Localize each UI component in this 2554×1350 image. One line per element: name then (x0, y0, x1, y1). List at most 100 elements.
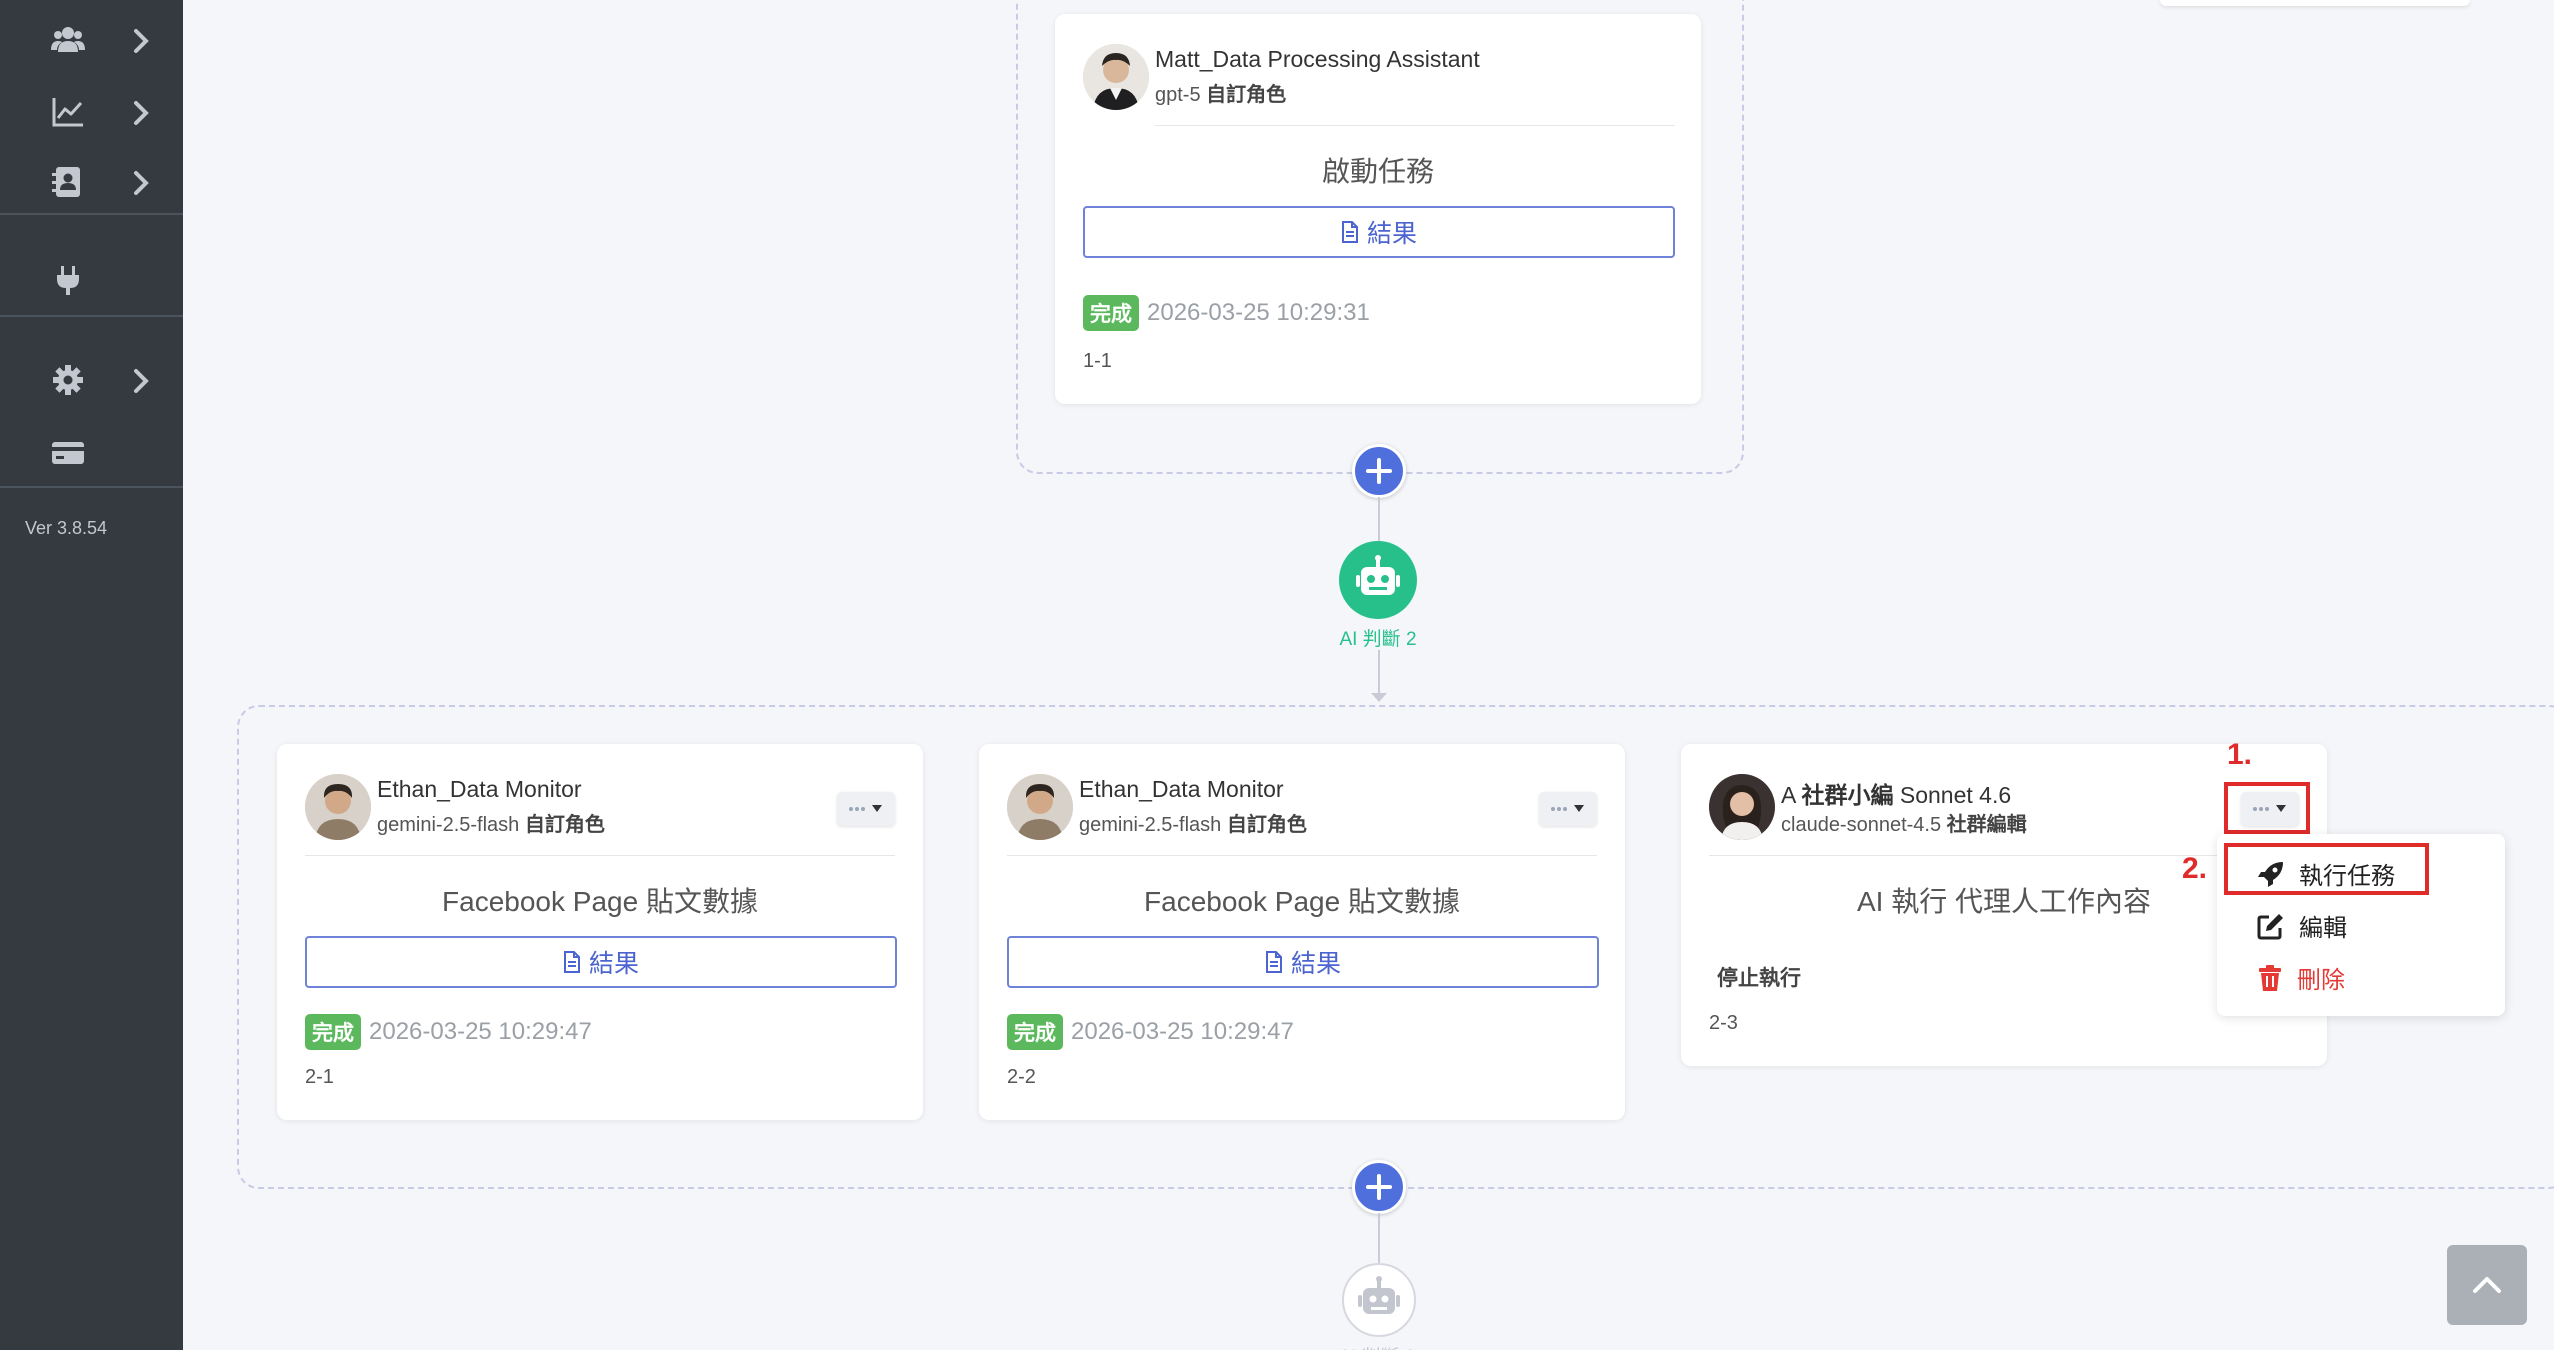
sidebar-divider (0, 213, 183, 215)
edit-icon (2257, 913, 2283, 939)
highlight-box (2224, 782, 2310, 834)
sidebar-divider (0, 486, 183, 488)
agent-avatar (1083, 44, 1149, 110)
agent-name: A 社群小編 Sonnet 4.6 (1781, 776, 2011, 810)
trash-icon (2259, 964, 2281, 991)
line-chart-icon (52, 98, 83, 127)
agent-name: Ethan_Data Monitor (1079, 776, 1284, 802)
model-name: gpt-5 (1155, 84, 1201, 106)
menu-item-edit[interactable]: 編輯 (2257, 908, 2347, 943)
sidebar-item-integrations[interactable] (0, 250, 183, 310)
robot-icon (1358, 1276, 1400, 1314)
card-divider (1007, 855, 1597, 856)
status-badge: 完成 (305, 1014, 361, 1050)
agent-card: Matt_Data Processing Assistant gpt-5 自訂角… (1055, 14, 1701, 404)
robot-icon (1356, 555, 1400, 595)
status-row: 完成 2026-03-25 10:29:47 (305, 1014, 592, 1050)
file-icon (1265, 951, 1282, 973)
card-title: Facebook Page 貼文數據 (442, 886, 758, 917)
plus-icon (1366, 1174, 1392, 1200)
card-title: Facebook Page 貼文數據 (1144, 886, 1460, 917)
agent-name: Ethan_Data Monitor (377, 776, 582, 802)
status-badge: 完成 (1083, 295, 1139, 331)
timestamp: 2026-03-25 10:29:31 (1147, 299, 1370, 326)
step-id: 1-1 (1083, 350, 1112, 372)
agent-card: Ethan_Data Monitor gemini-2.5-flash 自訂角色… (277, 744, 923, 1120)
sidebar-item-users[interactable] (0, 10, 183, 70)
timestamp: 2026-03-25 10:29:47 (369, 1018, 592, 1045)
model-name: gemini-2.5-flash (377, 814, 520, 836)
sidebar-item-settings[interactable] (0, 350, 183, 410)
menu-item-delete[interactable]: 刪除 (2257, 960, 2345, 995)
scroll-to-top-button[interactable] (2447, 1245, 2527, 1325)
gear-icon (53, 365, 83, 395)
sidebar: Ver 3.8.54 (0, 0, 183, 1350)
file-icon (563, 951, 580, 973)
address-book-icon (52, 167, 80, 197)
agent-model: claude-sonnet-4.5 社群編輯 (1781, 808, 2027, 837)
menu-item-label: 編輯 (2299, 915, 2347, 942)
status-row: 完成 2026-03-25 10:29:47 (1007, 1014, 1294, 1050)
sidebar-item-analytics[interactable] (0, 82, 183, 142)
workflow-canvas: Matt_Data Processing Assistant gpt-5 自訂角… (183, 0, 2554, 1350)
connector-line (1378, 497, 1380, 541)
chevron-right-icon (134, 369, 149, 393)
status-badge: 完成 (1007, 1014, 1063, 1050)
ai-node-label: AI 判斷 3 (1338, 1342, 1416, 1350)
ai-decision-node[interactable] (1339, 541, 1417, 619)
agent-name: Matt_Data Processing Assistant (1155, 46, 1480, 72)
plug-icon (57, 266, 79, 295)
more-icon (1551, 805, 1584, 812)
result-button[interactable]: 結果 (1083, 206, 1675, 258)
agent-role: 自訂角色 (524, 814, 605, 836)
connector-line (1378, 1213, 1380, 1263)
users-icon (51, 27, 85, 52)
chevron-right-icon (134, 101, 149, 125)
more-options-button[interactable] (837, 792, 895, 826)
ai-node-label: AI 判斷 2 (1339, 629, 1417, 650)
stop-execution-link[interactable]: 停止執行 (1717, 962, 1801, 992)
highlight-box (2224, 843, 2429, 895)
agent-model: gemini-2.5-flash 自訂角色 (377, 808, 605, 837)
sidebar-item-contacts[interactable] (0, 152, 183, 212)
step-id: 2-2 (1007, 1066, 1036, 1088)
arrow-down-icon (1371, 693, 1387, 702)
agent-avatar (1709, 774, 1775, 840)
result-button[interactable]: 結果 (305, 936, 897, 988)
result-label: 結果 (1290, 950, 1341, 978)
agent-role: 自訂角色 (1226, 814, 1307, 836)
agent-model: gpt-5 自訂角色 (1155, 78, 1286, 107)
step-id: 2-3 (1709, 1012, 1738, 1034)
result-label: 結果 (588, 950, 639, 978)
card-divider (1155, 125, 1675, 126)
chevron-right-icon (134, 29, 149, 53)
agent-name-prefix: A (1781, 782, 1796, 808)
step-marker: 1. (2227, 738, 2253, 771)
card-title: 啟動任務 (1321, 156, 1434, 187)
agent-card: Ethan_Data Monitor gemini-2.5-flash 自訂角色… (979, 744, 1625, 1120)
file-icon (1341, 221, 1358, 243)
agent-role: 自訂角色 (1206, 84, 1287, 106)
ai-decision-node[interactable] (1342, 1263, 1416, 1337)
timestamp: 2026-03-25 10:29:47 (1071, 1018, 1294, 1045)
add-step-button[interactable] (1352, 1160, 1406, 1214)
sidebar-item-billing[interactable] (0, 423, 183, 483)
agent-name-bold: 社群小編 (1801, 782, 1894, 808)
model-name: gemini-2.5-flash (1079, 814, 1222, 836)
credit-card-icon (52, 442, 84, 464)
more-icon (849, 805, 882, 812)
card-divider (305, 855, 895, 856)
agent-role: 社群編輯 (1946, 814, 2027, 836)
agent-name-suffix: Sonnet 4.6 (1899, 782, 2012, 808)
result-button[interactable]: 結果 (1007, 936, 1599, 988)
result-label: 結果 (1366, 220, 1417, 248)
more-options-button[interactable] (1539, 792, 1597, 826)
add-step-button[interactable] (1352, 444, 1406, 498)
step-marker: 2. (2182, 852, 2208, 885)
panel-fragment (2160, 0, 2470, 6)
menu-item-label: 刪除 (2297, 967, 2345, 994)
plus-icon (1366, 458, 1392, 484)
model-name: claude-sonnet-4.5 (1781, 814, 1942, 836)
agent-avatar (305, 774, 371, 840)
status-row: 完成 2026-03-25 10:29:31 (1083, 295, 1370, 331)
